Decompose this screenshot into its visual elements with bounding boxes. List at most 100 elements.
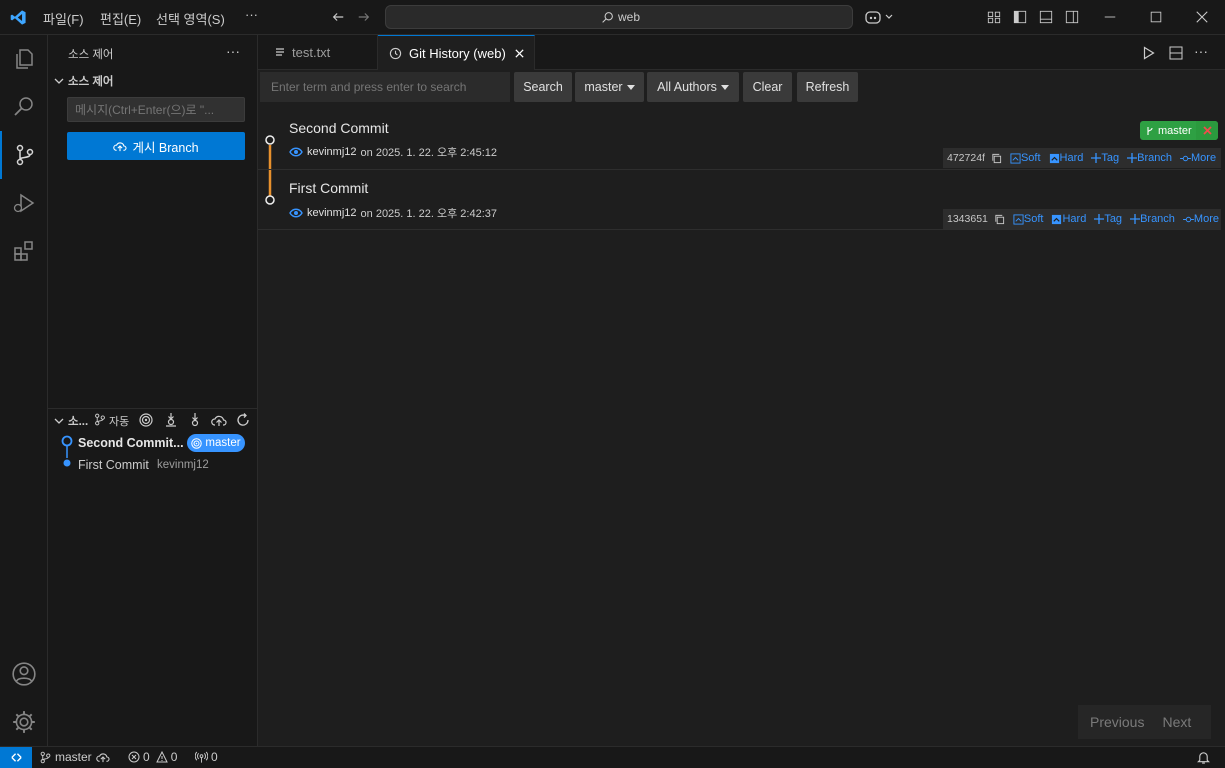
branch-icon[interactable] <box>94 413 106 426</box>
commit-hash[interactable]: 472724f <box>947 152 985 164</box>
toggle-panel-icon[interactable] <box>1039 10 1053 24</box>
problems-status[interactable]: 0 0 <box>128 750 177 764</box>
tab-test-txt[interactable]: test.txt <box>258 35 378 70</box>
manage-gear-icon[interactable] <box>0 698 48 746</box>
menu-more[interactable]: ··· <box>245 7 258 22</box>
text-file-icon <box>274 47 286 59</box>
remote-indicator[interactable] <box>0 747 32 768</box>
add-branch-button[interactable]: Branch <box>1127 152 1172 164</box>
copy-hash-icon[interactable] <box>991 153 1002 164</box>
close-tab-icon[interactable] <box>514 48 525 59</box>
close-window-icon[interactable] <box>1195 10 1209 24</box>
remote-icon <box>10 751 23 764</box>
more-actions-button[interactable]: More <box>1180 152 1216 164</box>
toggle-secondary-sidebar-icon[interactable] <box>1065 10 1079 24</box>
commit-author: kevinmj12 <box>307 146 357 158</box>
clear-button[interactable]: Clear <box>743 72 792 102</box>
graph-chevron-down-icon[interactable] <box>54 416 64 426</box>
commit-row[interactable]: Second Commit kevinmj12 on 2025. 1. 22. … <box>258 110 1221 170</box>
add-tag-button[interactable]: Tag <box>1091 152 1119 164</box>
search-view-icon[interactable] <box>0 83 48 131</box>
menu-selection[interactable]: 선택 영역(S) <box>156 9 225 28</box>
pull-icon[interactable] <box>188 412 202 427</box>
soft-reset-button[interactable]: Soft <box>1013 213 1043 225</box>
section-title[interactable]: 소스 제어 <box>68 73 114 89</box>
previous-button[interactable]: Previous <box>1090 714 1144 730</box>
copilot-icon[interactable] <box>865 9 895 25</box>
ports-status[interactable]: 0 <box>195 750 218 764</box>
commit-author: kevinmj12 <box>307 207 357 219</box>
commit-row[interactable]: First Commit kevinmj12 on 2025. 1. 22. 오… <box>258 170 1221 230</box>
commit-hash[interactable]: 1343651 <box>947 213 988 225</box>
editor-more-icon[interactable]: ··· <box>1194 43 1208 59</box>
customize-layout-icon[interactable] <box>987 10 1001 24</box>
graph-section-title[interactable]: 소... <box>68 413 88 429</box>
toggle-sidebar-icon[interactable] <box>1013 10 1027 24</box>
fetch-icon[interactable] <box>164 412 178 427</box>
graph-item-first-commit[interactable]: First Commit kevinmj12 <box>48 454 257 476</box>
tag-label: Tag <box>1101 152 1120 164</box>
branch-badge-label: master <box>205 437 241 449</box>
explorer-icon[interactable] <box>0 35 48 83</box>
sidebar-title: 소스 제어 <box>68 49 114 61</box>
menu-file[interactable]: 파일(F) <box>43 9 84 28</box>
commit-message-input[interactable] <box>67 97 245 122</box>
hard-label: Hard <box>1062 213 1087 225</box>
run-debug-icon[interactable] <box>0 179 48 227</box>
tab-git-history[interactable]: Git History (web) <box>378 35 535 70</box>
command-center-search[interactable]: web <box>385 5 853 29</box>
menu-edit[interactable]: 편집(E) <box>100 9 141 28</box>
hard-label: Hard <box>1059 152 1084 164</box>
commit-date: on 2025. 1. 22. 오후 2:42:37 <box>360 208 497 220</box>
section-divider <box>48 408 257 409</box>
soft-reset-button[interactable]: Soft <box>1010 152 1041 164</box>
commit-title: Second Commit <box>289 120 389 136</box>
copy-hash-icon[interactable] <box>994 214 1005 225</box>
notifications-bell-icon[interactable] <box>1197 751 1210 764</box>
search-button[interactable]: Search <box>514 72 572 102</box>
more-actions-button[interactable]: More <box>1183 213 1219 225</box>
editor-tabs: test.txt Git History (web) ··· <box>258 35 1225 70</box>
target-icon[interactable] <box>139 413 153 427</box>
minimize-icon[interactable] <box>1103 10 1117 24</box>
accounts-icon[interactable] <box>0 650 48 698</box>
forward-arrow-icon[interactable] <box>357 10 371 24</box>
next-button[interactable]: Next <box>1162 714 1191 730</box>
graph-item-label: First Commit <box>78 458 149 472</box>
hard-reset-button[interactable]: Hard <box>1051 213 1086 225</box>
publish-branch-label: 게시 Branch <box>132 140 199 155</box>
add-branch-button[interactable]: Branch <box>1130 213 1175 225</box>
authors-dropdown[interactable]: All Authors <box>647 72 739 102</box>
split-editor-icon[interactable] <box>1169 46 1183 60</box>
refresh-button[interactable]: Refresh <box>797 72 858 102</box>
run-icon[interactable] <box>1142 46 1155 60</box>
branch-status-label: master <box>55 750 92 764</box>
commit-actions: 472724f Soft Hard Tag Branch More <box>943 148 1221 168</box>
hard-reset-button[interactable]: Hard <box>1049 152 1084 164</box>
back-arrow-icon[interactable] <box>331 10 345 24</box>
publish-branch-button[interactable]: 게시 Branch <box>67 132 245 160</box>
chevron-down-icon[interactable] <box>54 76 64 86</box>
branch-status[interactable]: master <box>40 750 110 764</box>
branch-dropdown[interactable]: master <box>575 72 644 102</box>
sidebar-more-icon[interactable]: ··· <box>226 43 240 59</box>
error-count: 0 <box>143 750 150 764</box>
push-cloud-icon[interactable] <box>211 413 227 427</box>
command-center-label: web <box>618 10 641 24</box>
refresh-icon[interactable] <box>236 413 250 427</box>
soft-label: Soft <box>1020 152 1041 164</box>
add-tag-button[interactable]: Tag <box>1094 213 1122 225</box>
graph-auto-label[interactable]: 자동 <box>109 413 129 429</box>
ports-count: 0 <box>211 750 218 764</box>
extensions-icon[interactable] <box>0 227 48 275</box>
source-control-icon[interactable] <box>0 131 48 179</box>
graph-item-label: Second Commit... <box>78 436 184 450</box>
graph-item-second-commit[interactable]: Second Commit... master <box>48 432 257 454</box>
tag-label: Tag <box>1104 213 1123 225</box>
maximize-icon[interactable] <box>1149 10 1163 24</box>
branch-badge: master <box>187 434 245 452</box>
search-icon <box>601 11 614 24</box>
publish-cloud-icon[interactable] <box>95 751 110 763</box>
remove-branch-icon[interactable] <box>1196 121 1218 140</box>
search-input[interactable] <box>260 72 510 102</box>
